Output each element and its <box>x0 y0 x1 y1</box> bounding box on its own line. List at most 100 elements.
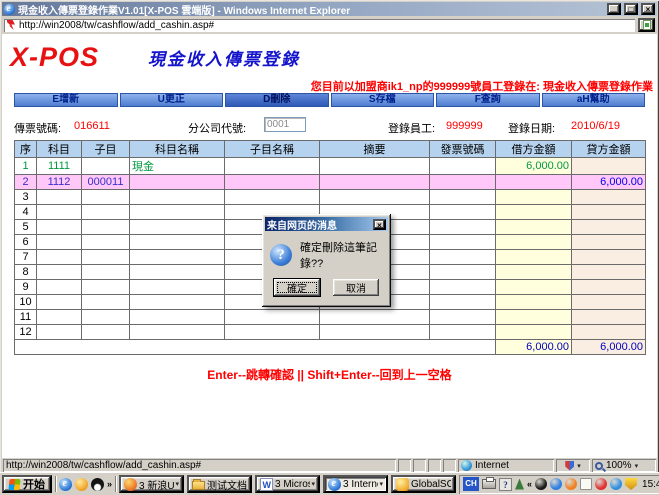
grid-cell[interactable] <box>37 310 82 325</box>
grid-cell[interactable] <box>572 250 646 265</box>
task-button-test-doc[interactable]: 测试文档 <box>187 475 252 493</box>
grid-row-11[interactable]: 11 <box>15 310 646 325</box>
grid-cell[interactable] <box>82 235 130 250</box>
grid-cell[interactable] <box>37 280 82 295</box>
grid-cell[interactable] <box>572 158 646 175</box>
task-button-sina-uc[interactable]: 3 新浪UC▾ <box>119 475 184 493</box>
grid-row-3[interactable]: 3 <box>15 190 646 205</box>
start-button[interactable]: 开始 <box>2 475 52 493</box>
grid-cell[interactable]: 6 <box>15 235 37 250</box>
grid-cell[interactable] <box>130 190 225 205</box>
grid-cell[interactable] <box>430 190 496 205</box>
grid-row-12[interactable]: 12 <box>15 325 646 340</box>
maximize-button[interactable] <box>624 3 638 15</box>
grid-cell[interactable] <box>572 235 646 250</box>
grid-cell[interactable] <box>82 280 130 295</box>
grid-cell[interactable] <box>82 325 130 340</box>
grid-cell[interactable] <box>82 265 130 280</box>
zoom-control[interactable]: 100% ▾ <box>592 459 656 472</box>
grid-cell[interactable] <box>572 190 646 205</box>
grid-cell[interactable] <box>430 310 496 325</box>
notepad-icon[interactable] <box>580 478 592 490</box>
qq-icon[interactable] <box>91 478 104 491</box>
grid-cell[interactable] <box>225 175 320 190</box>
grid-cell[interactable] <box>430 205 496 220</box>
grid-cell[interactable] <box>320 325 430 340</box>
task-button-ie[interactable]: 3 Interne...▾ <box>323 475 388 493</box>
grid-cell[interactable] <box>320 158 430 175</box>
grid-cell[interactable] <box>82 190 130 205</box>
grid-cell[interactable] <box>37 205 82 220</box>
grid-cell[interactable] <box>130 325 225 340</box>
grid-cell[interactable] <box>572 205 646 220</box>
grid-cell[interactable] <box>37 235 82 250</box>
help-icon[interactable] <box>499 478 512 491</box>
grid-cell[interactable] <box>496 220 572 235</box>
blue-app-icon[interactable] <box>610 478 622 490</box>
grid-cell[interactable] <box>37 190 82 205</box>
grid-cell[interactable] <box>320 175 430 190</box>
grid-cell[interactable] <box>496 250 572 265</box>
grid-row-2[interactable]: 211120000116,000.00 <box>15 175 646 190</box>
chevron-right-icon[interactable]: » <box>107 479 112 489</box>
grid-cell[interactable]: 6,000.00 <box>572 175 646 190</box>
grid-cell[interactable] <box>82 205 130 220</box>
qq-red-icon[interactable] <box>595 478 607 490</box>
grid-cell[interactable] <box>130 205 225 220</box>
grid-cell[interactable] <box>572 280 646 295</box>
grid-cell[interactable]: 12 <box>15 325 37 340</box>
grid-cell[interactable] <box>82 220 130 235</box>
grid-cell[interactable] <box>130 295 225 310</box>
qq-penguin-icon[interactable] <box>535 478 547 490</box>
grid-cell[interactable]: 4 <box>15 205 37 220</box>
address-input[interactable]: http://win2008/tw/cashflow/add_cashin.as… <box>4 19 635 32</box>
cancel-button[interactable]: 取消 <box>333 279 379 296</box>
blue-messenger-icon[interactable] <box>550 478 562 490</box>
grid-cell[interactable] <box>430 220 496 235</box>
orange-app-icon[interactable] <box>565 478 577 490</box>
grid-cell[interactable] <box>430 175 496 190</box>
grid-cell[interactable]: 1112 <box>37 175 82 190</box>
grid-cell[interactable]: 2 <box>15 175 37 190</box>
grid-cell[interactable] <box>496 205 572 220</box>
page-action-button[interactable] <box>638 18 655 32</box>
toolbar-button-query[interactable]: F查詢 <box>436 93 540 107</box>
grid-cell[interactable] <box>225 190 320 205</box>
toolbar-button-help[interactable]: aH幫助 <box>542 93 646 107</box>
grid-cell[interactable] <box>37 295 82 310</box>
uc-icon[interactable] <box>75 478 88 491</box>
grid-cell[interactable] <box>82 158 130 175</box>
grid-cell[interactable] <box>430 250 496 265</box>
grid-cell[interactable] <box>496 235 572 250</box>
task-button-globalscape[interactable]: GlobalSCAP... <box>391 475 456 493</box>
toolbar-button-add[interactable]: E增新 <box>14 93 118 107</box>
grid-cell[interactable] <box>130 265 225 280</box>
grid-cell[interactable] <box>37 325 82 340</box>
grid-cell[interactable] <box>430 265 496 280</box>
ok-button[interactable]: 確定 <box>274 279 320 296</box>
grid-cell[interactable] <box>572 295 646 310</box>
grid-cell[interactable] <box>320 190 430 205</box>
grid-cell[interactable]: 7 <box>15 250 37 265</box>
grid-cell[interactable] <box>572 265 646 280</box>
grid-cell[interactable] <box>430 158 496 175</box>
grid-cell[interactable] <box>130 280 225 295</box>
grid-cell[interactable] <box>130 235 225 250</box>
grid-cell[interactable] <box>82 250 130 265</box>
grid-cell[interactable] <box>430 325 496 340</box>
grid-cell[interactable]: 11 <box>15 310 37 325</box>
printer-icon[interactable] <box>482 479 496 489</box>
grid-cell[interactable]: 10 <box>15 295 37 310</box>
security-shield-icon[interactable] <box>625 478 637 490</box>
grid-cell[interactable]: 1 <box>15 158 37 175</box>
grid-cell[interactable] <box>130 250 225 265</box>
grid-cell[interactable] <box>225 158 320 175</box>
grid-cell[interactable]: 3 <box>15 190 37 205</box>
grid-cell[interactable] <box>430 295 496 310</box>
grid-cell[interactable] <box>572 310 646 325</box>
grid-cell[interactable] <box>37 250 82 265</box>
toolbar-button-save[interactable]: S存檔 <box>331 93 435 107</box>
toolbar-button-delete[interactable]: D刪除 <box>225 93 329 107</box>
grid-cell[interactable] <box>130 175 225 190</box>
grid-cell[interactable]: 5 <box>15 220 37 235</box>
